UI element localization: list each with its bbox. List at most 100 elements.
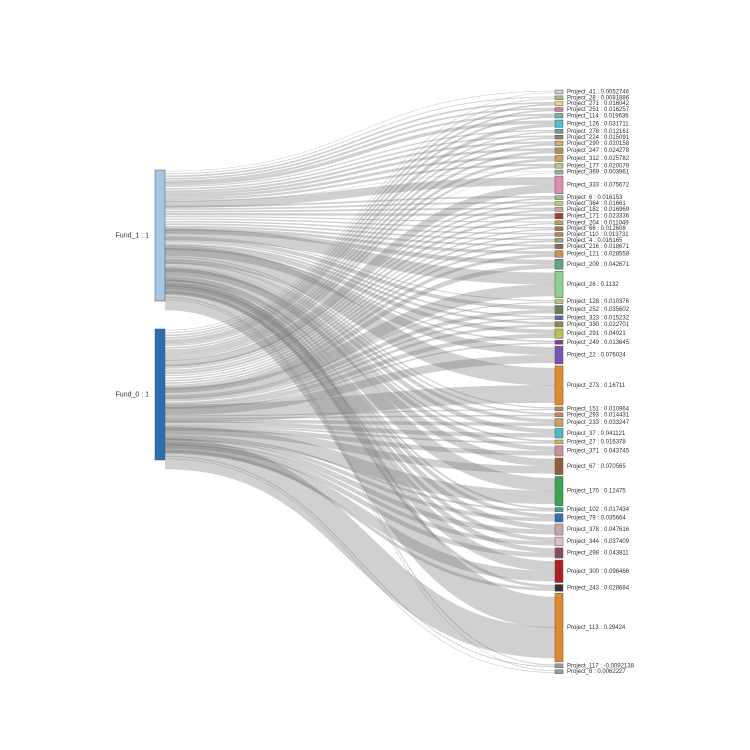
target-label-Project_177: Project_177 : 0.020079 xyxy=(567,163,630,169)
target-label-Project_247: Project_247 : 0.024278 xyxy=(567,148,630,154)
target-node-Project_121 xyxy=(555,251,563,258)
target-node-Project_369 xyxy=(555,170,563,174)
target-label-Project_300: Project_300 : 0.096466 xyxy=(567,569,630,575)
target-node-Project_247 xyxy=(555,148,563,154)
target-node-Project_298 xyxy=(555,548,563,558)
target-label-Project_114: Project_114 : 0.019636 xyxy=(567,113,629,119)
target-label-Project_37: Project_37 : 0.041121 xyxy=(567,431,626,437)
target-node-Project_251 xyxy=(555,108,563,112)
target-node-Project_37 xyxy=(555,428,563,438)
target-label-Project_126: Project_126 : 0.031711 xyxy=(567,121,629,127)
target-node-Project_371 xyxy=(555,446,563,456)
target-node-Project_26 xyxy=(555,271,563,297)
target-node-Project_4 xyxy=(555,238,563,242)
sankey-diagram: Fund_1 : 1Fund_0 : 1Project_41 : 0.00527… xyxy=(0,0,750,750)
target-label-Project_27: Project_27 : 0.016378 xyxy=(567,439,626,445)
target-label-Project_251: Project_251 : 0.016257 xyxy=(567,107,630,113)
target-label-Project_113: Project_113 : 0.29424 xyxy=(567,625,626,631)
target-label-Project_252: Project_252 : 0.035602 xyxy=(567,307,630,313)
target-node-Project_151 xyxy=(555,407,563,411)
target-label-Project_323: Project_323 : 0.015232 xyxy=(567,315,630,321)
target-node-Project_333 xyxy=(555,176,563,194)
target-label-Project_333: Project_333 : 0.075672 xyxy=(567,182,630,188)
sankey-link xyxy=(165,214,555,215)
target-node-Project_126 xyxy=(555,120,563,127)
target-label-Project_22: Project_22 : 0.076024 xyxy=(567,353,626,359)
sankey-links xyxy=(165,91,555,672)
target-label-Project_249: Project_249 : 0.013645 xyxy=(567,340,630,346)
target-node-Project_291 xyxy=(555,329,563,338)
target-label-Project_171: Project_171 : 0.023336 xyxy=(567,214,630,220)
target-label-Project_102: Project_102 : 0.017434 xyxy=(567,507,630,513)
target-label-Project_224: Project_224 : 0.015091 xyxy=(567,135,630,141)
target-node-Project_67 xyxy=(555,458,563,474)
target-node-Project_378 xyxy=(555,524,563,535)
source-label-Fund_1: Fund_1 : 1 xyxy=(116,232,150,239)
target-node-Project_113 xyxy=(555,593,563,662)
target-node-Project_114 xyxy=(555,113,563,118)
source-node-Fund_0 xyxy=(155,329,165,460)
target-node-Project_312 xyxy=(555,155,563,161)
target-node-Project_293 xyxy=(555,413,563,417)
target-label-Project_121: Project_121 : 0.028558 xyxy=(567,252,630,258)
target-node-Project_171 xyxy=(555,213,563,218)
target-node-Project_28 xyxy=(555,96,563,100)
target-node-Project_300 xyxy=(555,560,563,583)
target-label-Project_79: Project_79 : 0.035664 xyxy=(567,515,626,521)
target-node-Project_323 xyxy=(555,316,563,320)
target-label-Project_182: Project_182 : 0.016969 xyxy=(567,207,630,213)
source-node-Fund_1 xyxy=(155,170,165,301)
target-label-Project_243: Project_243 : 0.028684 xyxy=(567,585,630,591)
target-label-Project_128: Project_128 : 0.010376 xyxy=(567,299,630,305)
target-label-Project_312: Project_312 : 0.025782 xyxy=(567,156,630,162)
target-label-Project_293: Project_293 : 0.014431 xyxy=(567,412,630,418)
target-label-Project_233: Project_233 : 0.033247 xyxy=(567,420,630,426)
target-node-Project_216 xyxy=(555,244,563,248)
target-node-Project_344 xyxy=(555,537,563,546)
target-label-Project_378: Project_378 : 0.047616 xyxy=(567,527,630,533)
target-node-Project_22 xyxy=(555,346,563,364)
target-node-Project_204 xyxy=(555,221,563,225)
target-label-Project_290: Project_290 : 0.020158 xyxy=(567,141,630,147)
target-label-Project_291: Project_291 : 0.04021 xyxy=(567,331,626,337)
target-node-Project_177 xyxy=(555,164,563,169)
target-node-Project_243 xyxy=(555,585,563,592)
target-node-Project_102 xyxy=(555,508,563,512)
target-label-Project_4: Project_4 : 0.016165 xyxy=(567,238,623,244)
target-label-Project_26: Project_26 : 0.1132 xyxy=(567,282,619,288)
target-label-Project_369: Project_369 : 0.003961 xyxy=(567,170,630,176)
target-node-Project_170 xyxy=(555,477,563,506)
target-node-Project_182 xyxy=(555,207,563,211)
target-label-Project_298: Project_298 : 0.043811 xyxy=(567,551,629,557)
target-node-Project_290 xyxy=(555,141,563,146)
target-label-Project_273: Project_273 : 0.16711 xyxy=(567,383,626,389)
target-label-Project_216: Project_216 : 0.018671 xyxy=(567,244,630,250)
target-node-Project_224 xyxy=(555,135,563,139)
target-node-Project_117 xyxy=(555,664,563,668)
target-node-Project_252 xyxy=(555,306,563,314)
target-node-Project_233 xyxy=(555,419,563,427)
target-node-Project_79 xyxy=(555,514,563,522)
target-node-Project_364 xyxy=(555,202,563,206)
target-node-Project_110 xyxy=(555,233,563,237)
target-label-Project_170: Project_170 : 0.12475 xyxy=(567,489,626,495)
target-node-Project_41 xyxy=(555,90,563,94)
source-label-Fund_0: Fund_0 : 1 xyxy=(116,391,150,398)
target-label-Project_330: Project_330 : 0.022701 xyxy=(567,322,630,328)
target-label-Project_209: Project_209 : 0.042671 xyxy=(567,262,630,268)
target-node-Project_6 xyxy=(555,196,563,200)
target-node-Project_128 xyxy=(555,300,563,304)
target-node-Project_330 xyxy=(555,322,563,327)
target-node-Project_209 xyxy=(555,259,563,269)
target-node-Project_271 xyxy=(555,102,563,106)
target-node-Project_249 xyxy=(555,340,563,344)
target-node-Project_278 xyxy=(555,129,563,133)
target-label-Project_67: Project_67 : 0.070565 xyxy=(567,464,626,470)
target-node-Project_66 xyxy=(555,227,563,231)
target-label-Project_344: Project_344 : 0.037409 xyxy=(567,539,630,545)
target-node-Project_273 xyxy=(555,366,563,405)
target-label-Project_371: Project_371 : 0.043745 xyxy=(567,449,630,455)
target-label-Project_8: Project_8 : 0.0062227 xyxy=(567,669,626,675)
target-node-Project_8 xyxy=(555,670,563,674)
target-node-Project_27 xyxy=(555,440,563,444)
